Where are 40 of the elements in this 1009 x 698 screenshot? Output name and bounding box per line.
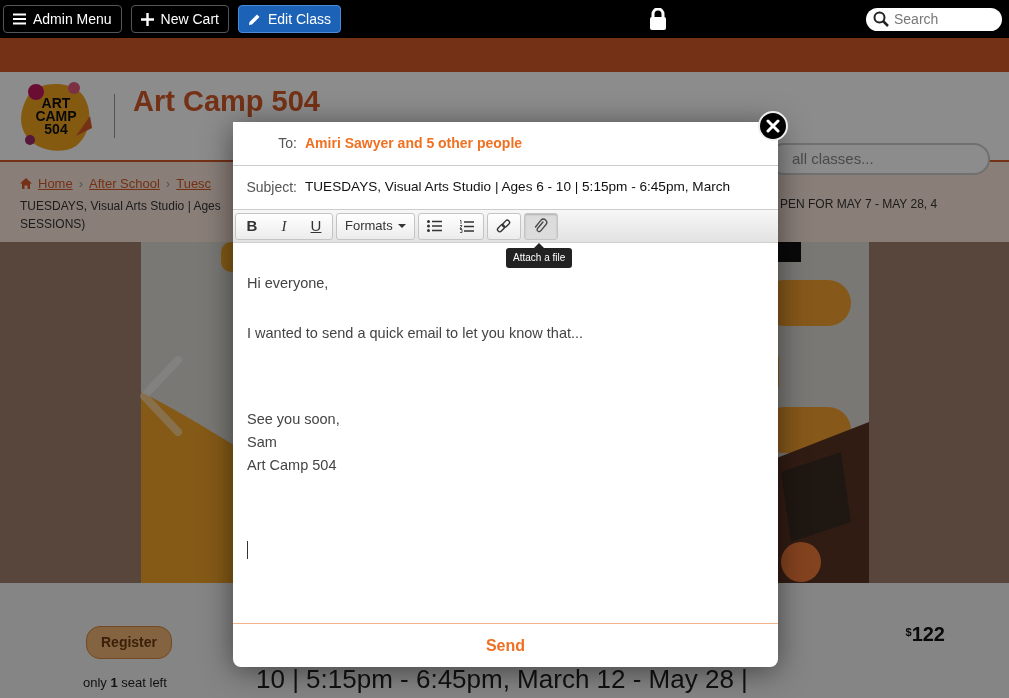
paperclip-icon — [533, 218, 548, 234]
link-icon — [496, 218, 512, 234]
breadcrumb-separator: › — [78, 175, 84, 193]
message-line: Sam — [247, 433, 277, 452]
lock-icon — [649, 8, 668, 30]
underline-button[interactable]: U — [300, 213, 332, 239]
price: $^{$}$122 — [905, 622, 945, 647]
field-label: Subject: — [245, 178, 298, 197]
numbered-list-icon — [459, 219, 475, 233]
menu-icon — [13, 13, 26, 25]
message-line: Art Camp 504 — [247, 456, 337, 475]
attach-button[interactable] — [524, 213, 557, 239]
class-heading: 10 | 5:15pm - 6:45pm, March 12 - May 28 | — [256, 664, 748, 696]
caret-icon — [397, 224, 406, 228]
subject-field[interactable]: TUESDAYS, Visual Arts Studio | Ages 6 - 10 | 5:15pm - 6:45pm, March — [305, 177, 731, 198]
tooltip: Attach a file — [506, 243, 573, 268]
pencil-icon — [247, 12, 261, 26]
toolbar-button[interactable]: Admin Menu — [3, 5, 122, 33]
close-icon — [766, 119, 780, 133]
field-label: To: — [277, 134, 298, 153]
text-cursor — [247, 541, 248, 559]
seats-left-text: only 1 seat left — [83, 674, 168, 692]
home-icon — [20, 178, 32, 190]
toolbar-button[interactable]: New Cart — [130, 5, 229, 33]
bold-button[interactable]: B — [236, 213, 268, 239]
site-title: Art Camp 504 — [133, 85, 320, 117]
bulleted-list-icon — [427, 220, 443, 232]
message-line: Hi everyone, — [247, 274, 329, 293]
class-title: SESSIONS) — [20, 215, 87, 233]
class-title: TUESDAYS, Visual Arts Studio | Ages — [20, 197, 222, 215]
breadcrumb-separator: › — [165, 175, 171, 193]
message-line: I wanted to send a quick email to let you know that... — [247, 324, 584, 343]
search-icon — [873, 11, 889, 27]
message-line: See you soon, — [247, 410, 340, 429]
italic-button[interactable]: I — [268, 213, 300, 239]
plus-icon — [140, 12, 154, 26]
search-field[interactable]: Search — [866, 7, 1002, 31]
formats-dropdown[interactable]: Formats — [337, 213, 414, 239]
class-title: PEN FOR MAY 7 - MAY 28, 4 — [779, 196, 939, 213]
toolbar-button[interactable]: Edit Class — [237, 5, 341, 33]
